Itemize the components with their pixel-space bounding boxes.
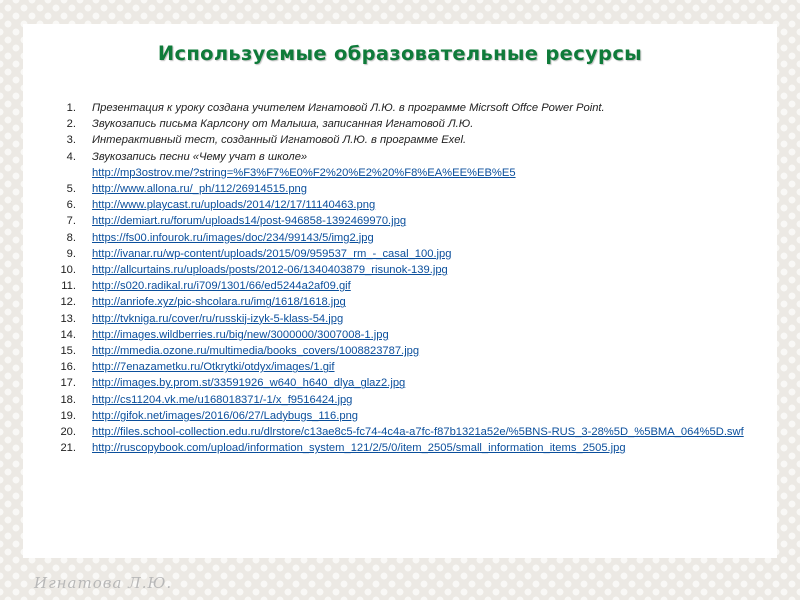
list-item: 6. http://www.playcast.ru/uploads/2014/1… [40,197,758,213]
item-text: Звукозапись письма Карлсону от Малыша, з… [92,118,474,131]
resource-link[interactable]: http://www.allona.ru/_ph/112/26914515.pn… [92,183,307,195]
item-number: 7. [66,215,76,228]
resource-link[interactable]: http://tvkniga.ru/cover/ru/russkij-izyk-… [92,313,343,325]
resource-link[interactable]: http://mmedia.ozone.ru/multimedia/books_… [92,345,419,357]
item-content: Звукозапись песни «Чему учат в школе» ht… [92,149,758,181]
item-number: 9. [66,247,76,260]
resource-link[interactable]: http://s020.radikal.ru/i709/1301/66/ed52… [92,280,351,292]
item-number: 2. [66,118,76,131]
item-number: 6. [66,199,76,212]
resource-link[interactable]: http://allcurtains.ru/uploads/posts/2012… [92,264,448,276]
item-number: 19. [60,409,76,422]
resource-link[interactable]: http://www.playcast.ru/uploads/2014/12/1… [92,199,375,211]
list-item: 13. http://tvkniga.ru/cover/ru/russkij-i… [40,311,758,327]
list-item: 18. http://cs11204.vk.me/u168018371/-1/x… [40,392,758,408]
list-item: 19. http://gifok.net/images/2016/06/27/L… [40,408,758,424]
item-number: 14. [60,328,76,341]
resource-link[interactable]: http://gifok.net/images/2016/06/27/Ladyb… [92,410,358,422]
resource-link[interactable]: http://files.school-collection.edu.ru/dl… [92,426,744,438]
resource-link[interactable]: http://demiart.ru/forum/uploads14/post-9… [92,215,406,227]
item-number: 1. [66,102,76,114]
list-item: 15. http://mmedia.ozone.ru/multimedia/bo… [40,343,758,359]
resource-list: 1. Презентация к уроку создана учителем … [40,100,758,456]
resource-link[interactable]: http://ivanar.ru/wp-content/uploads/2015… [92,248,452,260]
list-item: 2. Звукозапись письма Карлсону от Малыша… [40,116,758,132]
resource-link[interactable]: http://ruscopybook.com/upload/informatio… [92,442,626,454]
item-number: 3. [66,134,76,147]
item-number: 20. [60,426,76,439]
item-number: 15. [60,345,76,358]
resource-link[interactable]: http://anriofe.xyz/pic-shcolara.ru/img/1… [92,296,346,308]
item-number: 12. [60,296,76,309]
resource-link[interactable]: http://mp3ostrov.me/?string=%F3%F7%E0%F2… [92,167,516,179]
list-item: 10. http://allcurtains.ru/uploads/posts/… [40,262,758,278]
item-number: 18. [60,393,76,406]
item-number: 21. [60,442,76,455]
item-text: Презентация к уроку создана учителем Игн… [92,102,605,114]
list-item: 20. http://files.school-collection.edu.r… [40,424,758,440]
item-number: 17. [60,377,76,390]
list-item: 4. Звукозапись песни «Чему учат в школе»… [40,149,758,181]
list-item: 1. Презентация к уроку создана учителем … [40,100,758,116]
resource-link[interactable]: http://cs11204.vk.me/u168018371/-1/x_f95… [92,394,352,406]
resource-link[interactable]: http://images.wildberries.ru/big/new/300… [92,329,389,341]
list-item: 12. http://anriofe.xyz/pic-shcolara.ru/i… [40,294,758,310]
page-title: Используемые образовательные ресурсы [157,42,643,65]
list-item: 9. http://ivanar.ru/wp-content/uploads/2… [40,246,758,262]
list-item: 3. Интерактивный тест, созданный Игнатов… [40,132,758,148]
resource-link[interactable]: http://images.by.prom.st/33591926_w640_h… [92,377,405,389]
resource-link[interactable]: http://7enazametku.ru/Otkrytki/otdyx/ima… [92,361,335,373]
list-item: 7. http://demiart.ru/forum/uploads14/pos… [40,213,758,229]
item-number: 4. [66,150,76,163]
list-item: 17. http://images.by.prom.st/33591926_w6… [40,375,758,391]
item-number: 16. [60,361,76,374]
item-number: 5. [66,183,76,196]
item-number: 8. [66,231,76,244]
list-item: 14. http://images.wildberries.ru/big/new… [40,327,758,343]
item-text: Интерактивный тест, созданный Игнатовой … [92,134,467,147]
list-item: 11. http://s020.radikal.ru/i709/1301/66/… [40,278,758,294]
item-number: 11. [61,280,76,293]
item-number: 10. [60,264,76,277]
list-item: 5. http://www.allona.ru/_ph/112/26914515… [40,181,758,197]
item-number: 13. [60,312,76,325]
list-item: 21. http://ruscopybook.com/upload/inform… [40,440,758,456]
author-signature: Игнатова Л.Ю. [34,574,173,592]
list-item: 16. http://7enazametku.ru/Otkrytki/otdyx… [40,359,758,375]
resource-link[interactable]: https://fs00.infourok.ru/images/doc/234/… [92,232,374,244]
item-text: Звукозапись песни «Чему учат в школе» [92,150,308,163]
list-item: 8. https://fs00.infourok.ru/images/doc/2… [40,230,758,246]
